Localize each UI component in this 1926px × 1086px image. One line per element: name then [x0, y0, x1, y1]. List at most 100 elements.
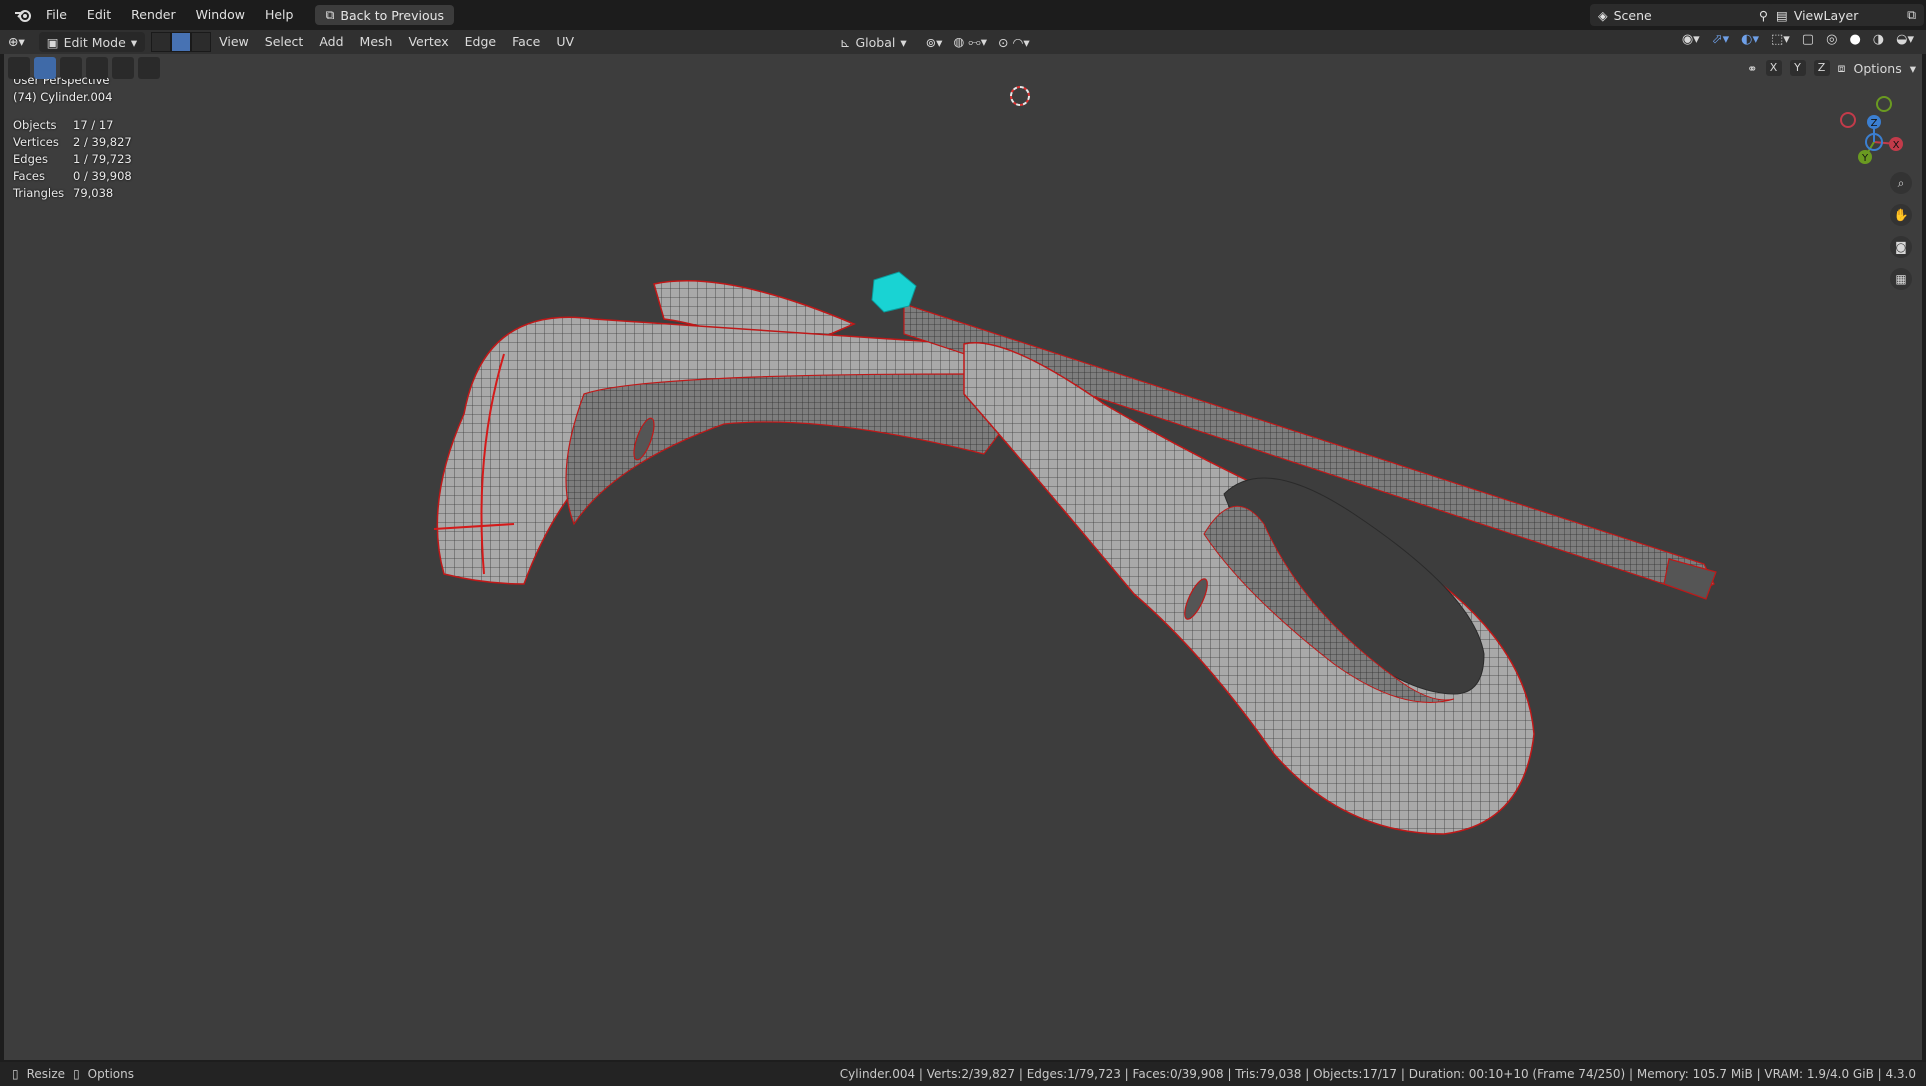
mesh-overlay-icon[interactable]: ⬚▾ — [1771, 32, 1790, 47]
options-dropdown[interactable]: Options — [1853, 61, 1901, 76]
perspective-toggle-icon[interactable]: ▦ — [1890, 268, 1912, 290]
scene-selector[interactable]: ◈ Scene ⚲ — [1590, 4, 1776, 26]
status-summary: Cylinder.004 | Verts:2/39,827 | Edges:1/… — [839, 1067, 1916, 1081]
menu-mesh[interactable]: Mesh — [352, 32, 401, 52]
material-shading-icon[interactable]: ◑ — [1873, 32, 1884, 47]
status-options: Options — [87, 1067, 134, 1081]
gizmo-z-label: Z — [1871, 118, 1878, 129]
copy-icon[interactable]: ⧉ — [1907, 7, 1916, 23]
camera-view-icon[interactable]: ◙ — [1890, 236, 1912, 258]
mouse-left-icon: ▯ — [12, 1067, 19, 1081]
editor-type-icon[interactable]: ⊕▾ — [0, 32, 33, 52]
menu-uv[interactable]: UV — [548, 32, 582, 52]
menu-edge[interactable]: Edge — [457, 32, 504, 52]
blender-logo-icon[interactable] — [10, 4, 36, 26]
menu-render[interactable]: Render — [121, 3, 186, 27]
overlay-icon[interactable]: ◐▾ — [1741, 32, 1759, 47]
snap-icon[interactable]: ◍ ⧟▾ — [953, 34, 987, 50]
gizmo-y-label: Y — [1861, 153, 1869, 164]
menu-edit[interactable]: Edit — [77, 3, 121, 27]
back-to-previous-label: Back to Previous — [340, 7, 445, 23]
back-icon: ⧉ — [325, 7, 335, 22]
stat-value: 0 / 39,908 — [73, 169, 132, 183]
3d-viewport[interactable]: User Perspective (74) Cylinder.004 Objec… — [4, 54, 1922, 1060]
navigation-buttons: ⌕ ✋ ◙ ▦ — [1890, 172, 1912, 290]
proportional-edit-icon[interactable]: ⊙ ◠▾ — [998, 35, 1030, 50]
stat-label: Triangles — [13, 186, 65, 200]
chevron-down-icon: ▾ — [900, 34, 907, 50]
gizmo-x-label: X — [1893, 140, 1900, 151]
stat-label: Vertices — [13, 135, 59, 149]
menu-window[interactable]: Window — [186, 3, 255, 27]
stat-value: 17 / 17 — [73, 118, 114, 132]
menu-select[interactable]: Select — [257, 32, 312, 52]
mirror-options: ⚭ X Y Z ⧈ Options ▾ — [1747, 58, 1916, 78]
edit-mode-icon: ▣ — [46, 34, 59, 50]
navigation-gizmo[interactable]: X Y Z — [1824, 92, 1912, 172]
orientation-label: Global — [855, 34, 896, 50]
wireframe-shading-icon[interactable]: ◎ — [1826, 32, 1837, 47]
rendered-shading-icon[interactable]: ◒▾ — [1896, 32, 1914, 47]
chevron-down-icon: ▾ — [1909, 60, 1916, 76]
axis-y-toggle[interactable]: Y — [1789, 60, 1806, 76]
shading-controls: ◉▾ ⬀▾ ◐▾ ⬚▾ ▢ ◎ ● ◑ ◒▾ — [1682, 32, 1914, 47]
face-select-icon[interactable] — [191, 32, 212, 52]
mode-label: Edit Mode — [63, 34, 126, 50]
stat-row: Vertices 2 / 39,827 — [13, 134, 132, 151]
transform-orientation-dropdown[interactable]: ⊾ Global ▾ ⊚▾ ◍ ⧟▾ ⊙ ◠▾ — [840, 32, 1030, 52]
stat-row: Faces 0 / 39,908 — [13, 168, 132, 185]
mirror-icon[interactable]: ⚭ — [1747, 61, 1757, 76]
3d-cursor-icon — [1010, 86, 1030, 106]
zoom-icon[interactable]: ⌕ — [1890, 172, 1912, 194]
stat-label: Objects — [13, 118, 57, 132]
stats-overlay: Objects 17 / 17 Vertices 2 / 39,827 Edges 1… — [13, 117, 132, 202]
viewlayer-icon: ▤ — [1776, 7, 1788, 23]
select-tool-icon[interactable] — [8, 57, 30, 79]
pivot-icon[interactable]: ⊚▾ — [926, 35, 943, 50]
auto-merge-icon[interactable]: ⧈ — [1838, 60, 1846, 76]
mouse-right-icon: ▯ — [73, 1067, 80, 1081]
stat-label: Faces — [13, 169, 45, 183]
orientation-icon: ⊾ — [840, 34, 851, 50]
pan-hand-icon[interactable]: ✋ — [1890, 204, 1912, 226]
stat-label: Edges — [13, 152, 48, 166]
select-intersect-icon[interactable] — [138, 57, 160, 79]
viewlayer-name: ViewLayer — [1793, 7, 1859, 23]
back-to-previous-button[interactable]: ⧉ Back to Previous — [315, 5, 455, 25]
stat-value: 2 / 39,827 — [73, 135, 132, 149]
vertex-select-icon[interactable] — [151, 32, 172, 52]
select-extend-icon[interactable] — [60, 57, 82, 79]
select-mode-group — [151, 32, 212, 52]
stat-value: 1 / 79,723 — [73, 152, 132, 166]
select-box-icon[interactable] — [34, 57, 56, 79]
stat-row: Edges 1 / 79,723 — [13, 151, 132, 168]
viewlayer-selector[interactable]: ▤ ViewLayer ⧉ — [1768, 4, 1924, 26]
menu-help[interactable]: Help — [255, 3, 304, 27]
xray-icon[interactable]: ▢ — [1802, 32, 1814, 47]
solid-shading-icon[interactable]: ● — [1849, 32, 1860, 47]
select-subtract-icon[interactable] — [86, 57, 108, 79]
mesh-model[interactable] — [4, 54, 1922, 1060]
stat-value: 79,038 — [73, 186, 114, 200]
status-bar: ▯ Resize ▯ Options Cylinder.004 | Verts:… — [0, 1062, 1926, 1086]
menu-add[interactable]: Add — [311, 32, 351, 52]
axis-z-toggle[interactable]: Z — [1813, 60, 1830, 76]
menu-face[interactable]: Face — [504, 32, 548, 52]
scene-icon: ◈ — [1598, 7, 1608, 23]
object-name: (74) Cylinder.004 — [13, 90, 113, 104]
status-resize: Resize — [26, 1067, 66, 1081]
chevron-down-icon: ▾ — [130, 34, 138, 50]
gizmo-icon[interactable]: ⬀▾ — [1712, 32, 1729, 47]
edge-select-icon[interactable] — [171, 32, 192, 52]
axis-x-toggle[interactable]: X — [1765, 60, 1782, 76]
menu-file[interactable]: File — [36, 3, 77, 27]
menu-view[interactable]: View — [211, 32, 257, 52]
stat-row: Objects 17 / 17 — [13, 117, 132, 134]
select-invert-icon[interactable] — [112, 57, 134, 79]
tool-settings — [8, 56, 160, 80]
menu-vertex[interactable]: Vertex — [400, 32, 456, 52]
visibility-icon[interactable]: ◉▾ — [1682, 32, 1700, 47]
mode-selector[interactable]: ▣ Edit Mode ▾ — [38, 32, 146, 52]
stat-row: Triangles 79,038 — [13, 185, 132, 202]
pin-icon[interactable]: ⚲ — [1759, 8, 1768, 23]
